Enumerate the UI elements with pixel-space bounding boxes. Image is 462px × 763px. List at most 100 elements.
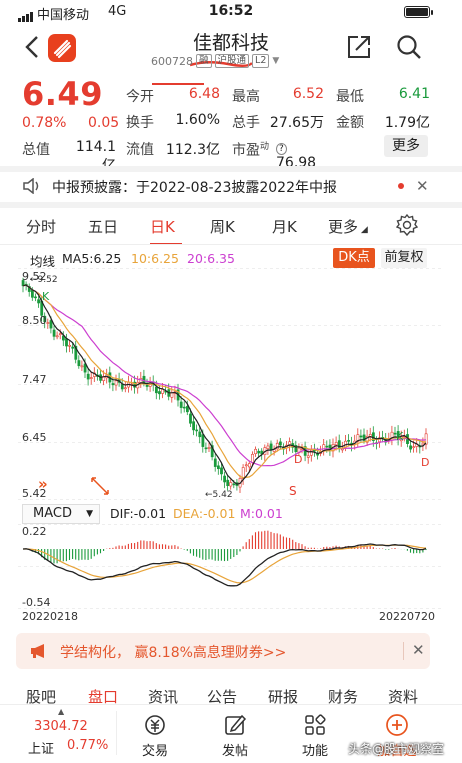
macd-y-top: 0.22: [22, 525, 47, 538]
candle-body: [145, 384, 149, 387]
label-open: 今开: [126, 89, 154, 105]
tab-monthly-k[interactable]: 月K: [272, 216, 297, 237]
unread-dot: [398, 183, 404, 189]
macd-dea-value: DEA:-0.01: [173, 506, 236, 521]
index-change[interactable]: 0.77%: [67, 738, 108, 753]
kline-marker-d: D: [421, 456, 429, 469]
ma10-line: [22, 284, 426, 479]
kline-marker-d: D: [294, 453, 302, 466]
candle-body: [37, 299, 41, 304]
candle-body: [306, 455, 310, 458]
search-icon[interactable]: [396, 34, 422, 60]
candle-body: [409, 445, 413, 450]
divider: [403, 642, 404, 660]
caret-down-icon[interactable]: ▼: [272, 56, 279, 66]
clock: 16:52: [208, 3, 254, 19]
divider: [0, 166, 462, 172]
candle-body: [65, 338, 68, 347]
report-notice[interactable]: 中报预披露：于2022-08-23披露2022年中报: [52, 177, 337, 197]
candle-body: [269, 443, 273, 451]
stock-code: 600728: [151, 54, 193, 68]
candle-body: [359, 435, 363, 438]
watermark: 头条@股市观察室: [348, 742, 445, 756]
speaker-icon: [23, 178, 39, 194]
index-value[interactable]: 3304.72: [34, 719, 88, 734]
value-volume: 27.65万: [269, 115, 324, 131]
candle-body: [198, 431, 202, 438]
candle-body: [46, 322, 50, 324]
value-turnover: 1.60%: [175, 112, 220, 128]
kline-marker-s: S: [289, 484, 297, 498]
candle-body: [158, 391, 161, 395]
macd-chart[interactable]: 0.22 -0.54: [0, 522, 462, 610]
candle-body: [124, 387, 127, 390]
expand-left-icon[interactable]: »: [38, 475, 48, 493]
candle-body: [217, 465, 220, 470]
change-percent: 0.78%: [22, 115, 67, 131]
candle-body: [334, 442, 338, 446]
divider: [0, 244, 462, 245]
candle-body: [248, 463, 251, 468]
trade-label: 交易: [141, 744, 168, 759]
candle-body: [244, 464, 248, 467]
kline-marker-k: K: [396, 430, 404, 443]
stock-name: 佳都科技: [192, 32, 269, 54]
tab-daily-k[interactable]: 日K: [150, 216, 175, 237]
y-label-6-45: 6.45: [22, 431, 47, 444]
more-button[interactable]: 更多: [384, 135, 428, 157]
candle-body: [220, 467, 223, 475]
promo-banner[interactable]: 学结构化， 赢8.18%高息理财券>> ✕: [16, 633, 430, 669]
candle-body: [155, 386, 158, 394]
promo-text: 学结构化， 赢8.18%高息理财券>>: [60, 645, 287, 661]
candle-body: [114, 380, 118, 386]
index-name[interactable]: 上证: [28, 738, 54, 757]
macd-dif-value: DIF:-0.01: [110, 506, 167, 521]
trade-button[interactable]: 交易: [130, 713, 180, 759]
dk-point-button[interactable]: DK点: [333, 248, 375, 268]
candle-body: [278, 441, 282, 446]
stock-detail-screen: 中国移动 4G 16:52 佳都科技 600728 融 沪股通 L2 ▼ 6.4…: [0, 0, 462, 763]
plus-circle-icon: [386, 714, 408, 736]
tab-weekly-k[interactable]: 周K: [210, 216, 235, 237]
candle-body: [120, 384, 124, 390]
candle-body: [195, 429, 199, 432]
tab-intraday[interactable]: 分时: [26, 216, 56, 237]
tab-more[interactable]: 更多 ◢: [328, 216, 368, 237]
post-button[interactable]: 发帖: [210, 713, 260, 759]
candle-body: [207, 447, 211, 449]
label-turnover: 换手: [126, 115, 154, 131]
candle-body: [412, 446, 416, 448]
kline-chart[interactable]: 8.50 7.47 6.45 5.42 ←9.52 ←5.42 K K D D …: [0, 268, 462, 500]
macd-y-bottom: -0.54: [22, 596, 50, 609]
forward-adjust-button[interactable]: 前复权: [381, 248, 427, 268]
svg-text:»: »: [38, 475, 48, 493]
close-icon[interactable]: ✕: [412, 641, 425, 659]
candle-body: [192, 421, 196, 431]
candle-body: [80, 365, 84, 368]
share-icon[interactable]: [346, 34, 372, 60]
label-amount: 金额: [336, 115, 364, 131]
candle-body: [68, 344, 72, 347]
candle-body: [49, 320, 53, 329]
candle-body: [325, 445, 329, 448]
tag-level2: L2: [252, 54, 270, 68]
ma10-value: 10:6.25: [131, 251, 179, 266]
gear-icon[interactable]: [396, 214, 418, 236]
y-label-7-47: 7.47: [22, 373, 47, 386]
period-tabs: 分时 五日 日K 周K 月K 更多 ◢: [0, 210, 462, 245]
ma5-value: MA5:6.25: [62, 251, 122, 266]
megaphone-icon: [31, 644, 44, 658]
fullscreen-icon[interactable]: [91, 477, 109, 495]
candle-body: [34, 296, 37, 299]
close-icon[interactable]: ✕: [416, 177, 429, 195]
candle-body: [179, 401, 183, 408]
candle-body: [232, 483, 236, 486]
indicator-select[interactable]: MACD ▼: [22, 504, 100, 524]
low-price-label: ←5.42: [205, 490, 233, 500]
features-button[interactable]: 功能: [290, 713, 340, 759]
tab-five-day[interactable]: 五日: [88, 216, 118, 237]
tag-connect: 沪股通: [214, 54, 250, 68]
label-volume: 总手: [232, 115, 260, 131]
candle-body: [368, 434, 372, 437]
candle-body: [213, 458, 217, 467]
